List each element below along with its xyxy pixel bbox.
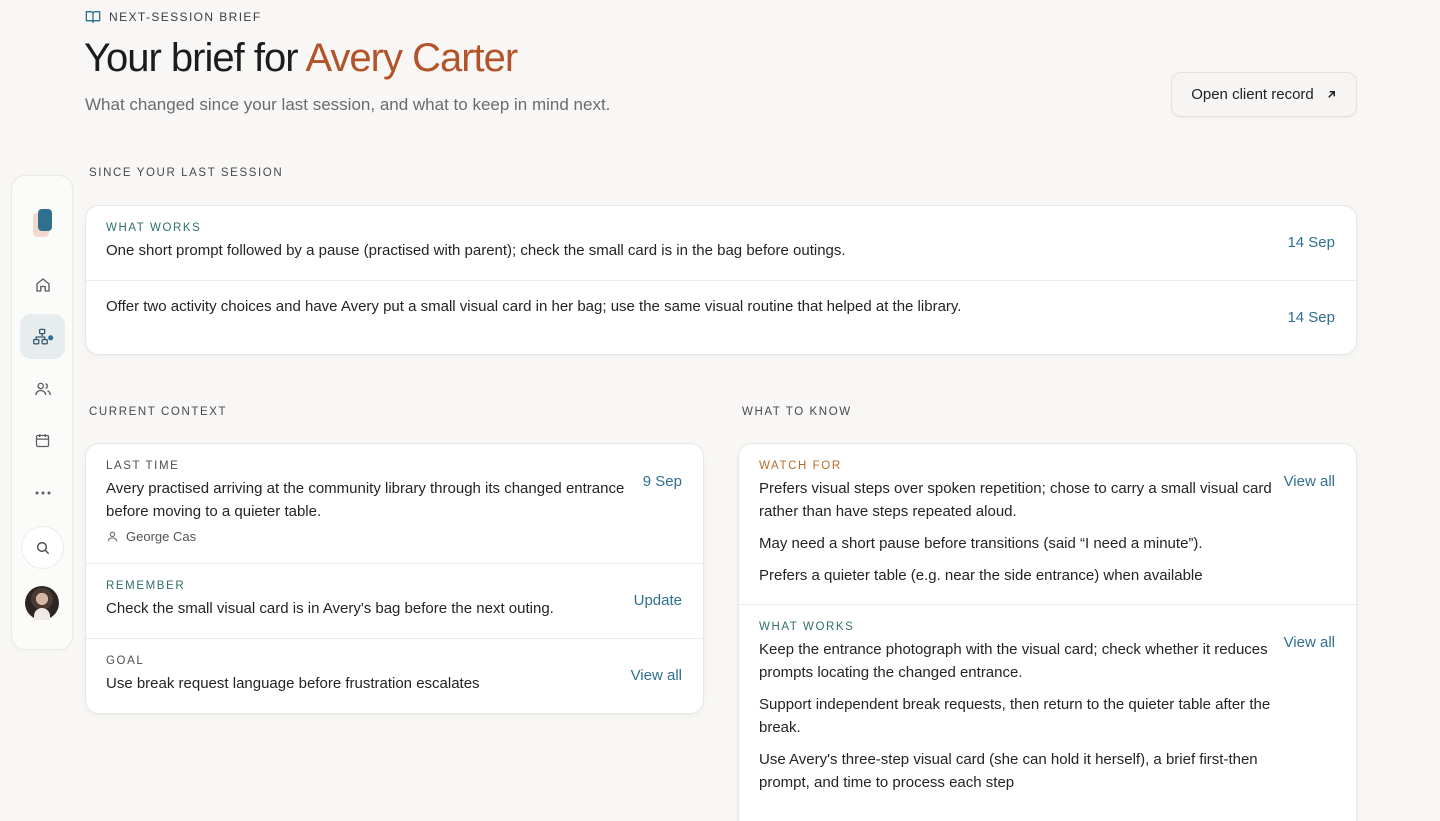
what-works-item: Keep the entrance photograph with the vi…: [759, 641, 1268, 681]
current-context-card: LAST TIME Avery practised arriving at th…: [85, 443, 704, 714]
what-works-view-all-link[interactable]: View all: [1284, 634, 1335, 651]
watch-for-view-all-link[interactable]: View all: [1284, 473, 1335, 490]
sidebar-item-home[interactable]: [20, 262, 65, 307]
avatar[interactable]: [25, 586, 59, 620]
what-to-know-card: WATCH FOR Prefers visual steps over spok…: [738, 443, 1357, 821]
what-works-list: Keep the entrance photograph with the vi…: [759, 638, 1279, 794]
last-time-author: George Cas: [106, 529, 683, 544]
since-row-date: 14 Sep: [1287, 234, 1335, 251]
page-subtitle: What changed since your last session, an…: [85, 95, 611, 114]
sidebar-item-clients[interactable]: [20, 366, 65, 411]
section-label-what-to-know: WHAT TO KNOW: [742, 406, 852, 418]
app-logo[interactable]: [33, 209, 53, 237]
users-icon: [34, 382, 51, 395]
watch-for-kicker: WATCH FOR: [759, 460, 842, 472]
last-time-kicker: LAST TIME: [106, 460, 180, 472]
since-row[interactable]: WHAT WORKS One short prompt followed by …: [86, 206, 1356, 281]
watch-for-list: Prefers visual steps over spoken repetit…: [759, 477, 1279, 587]
remember-text: Check the small visual card is in Avery'…: [106, 600, 554, 617]
more-icon: [35, 491, 50, 494]
goal-view-all-link[interactable]: View all: [631, 667, 682, 684]
author-name: George Cas: [126, 529, 197, 544]
network-icon: [32, 328, 53, 344]
title-prefix: Your brief for: [84, 36, 306, 80]
update-link[interactable]: Update: [634, 592, 682, 609]
since-row[interactable]: Offer two activity choices and have Aver…: [86, 281, 1356, 354]
since-row-kicker: WHAT WORKS: [106, 222, 202, 234]
user-icon: [107, 531, 118, 542]
sidebar-search-button[interactable]: [21, 526, 64, 569]
sidebar-item-network[interactable]: [20, 314, 65, 359]
since-row-date: 14 Sep: [1287, 309, 1335, 326]
open-client-record-label: Open client record: [1191, 86, 1314, 103]
watch-for-item: May need a short pause before transition…: [759, 535, 1203, 552]
goal-row: GOAL Use break request language before f…: [86, 639, 703, 713]
since-last-card: WHAT WORKS One short prompt followed by …: [85, 205, 1357, 355]
book-open-icon: [85, 11, 101, 24]
sidebar-item-more[interactable]: [20, 470, 65, 515]
since-row-text: One short prompt followed by a pause (pr…: [106, 242, 846, 259]
last-time-text: Avery practised arriving at the communit…: [106, 480, 625, 520]
what-works-item: Support independent break requests, then…: [759, 696, 1271, 736]
open-client-record-button[interactable]: Open client record: [1171, 72, 1357, 117]
last-time-row[interactable]: LAST TIME Avery practised arriving at th…: [86, 444, 703, 564]
goal-text: Use break request language before frustr…: [106, 675, 480, 692]
sidebar-item-calendar[interactable]: [20, 418, 65, 463]
sidebar: [11, 175, 73, 650]
section-label-current-context: CURRENT CONTEXT: [89, 406, 228, 418]
remember-kicker: REMEMBER: [106, 580, 186, 592]
what-works-kicker: WHAT WORKS: [759, 621, 855, 633]
calendar-icon: [35, 434, 50, 448]
page-title: Your brief for Avery Carter: [84, 36, 518, 81]
remember-row: REMEMBER Check the small visual card is …: [86, 564, 703, 639]
last-time-date: 9 Sep: [642, 473, 682, 490]
client-name: Avery Carter: [305, 36, 518, 80]
page-eyebrow: NEXT-SESSION BRIEF: [85, 10, 262, 24]
what-works-row: WHAT WORKS Keep the entrance photograph …: [739, 605, 1356, 815]
search-icon: [36, 541, 49, 554]
watch-for-item: Prefers a quieter table (e.g. near the s…: [759, 567, 1203, 584]
what-works-item: Use Avery's three-step visual card (she …: [759, 751, 1258, 791]
home-icon: [35, 277, 50, 292]
section-label-since-last: SINCE YOUR LAST SESSION: [89, 167, 284, 179]
eyebrow-label: NEXT-SESSION BRIEF: [109, 10, 262, 24]
watch-for-row: WATCH FOR Prefers visual steps over spok…: [739, 444, 1356, 605]
watch-for-item: Prefers visual steps over spoken repetit…: [759, 480, 1272, 520]
goal-kicker: GOAL: [106, 655, 145, 667]
arrow-up-right-icon: [1328, 91, 1335, 98]
since-row-text: Offer two activity choices and have Aver…: [106, 298, 962, 315]
